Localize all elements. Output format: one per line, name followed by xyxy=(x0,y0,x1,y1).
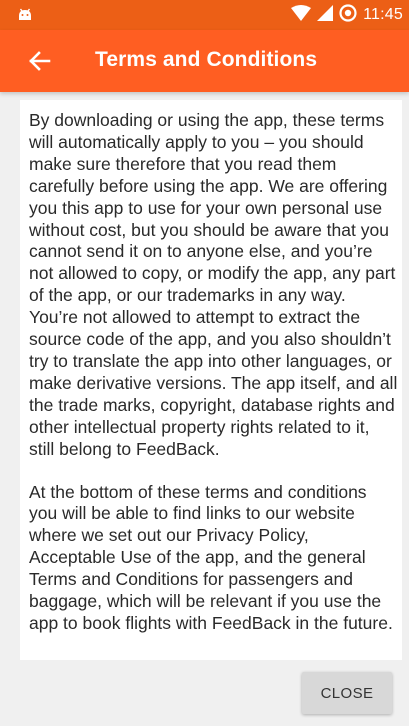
android-icon xyxy=(16,6,34,24)
close-button[interactable]: CLOSE xyxy=(302,672,392,714)
terms-paragraph: By downloading or using the app, these t… xyxy=(29,110,398,459)
terms-text: By downloading or using the app, these t… xyxy=(29,110,399,656)
wifi-icon xyxy=(291,4,312,26)
app-bar: Terms and Conditions xyxy=(0,30,409,92)
data-saver-icon xyxy=(339,3,357,27)
status-indicators: 11:45 xyxy=(291,3,403,27)
arrow-back-icon[interactable] xyxy=(26,47,54,75)
status-time: 11:45 xyxy=(363,6,403,23)
page-title: Terms and Conditions xyxy=(95,48,318,71)
terms-paragraph: At the bottom of these terms and conditi… xyxy=(29,481,393,633)
terms-content[interactable]: By downloading or using the app, these t… xyxy=(20,100,402,660)
signal-icon xyxy=(317,4,334,26)
status-bar: 11:45 xyxy=(0,0,409,30)
